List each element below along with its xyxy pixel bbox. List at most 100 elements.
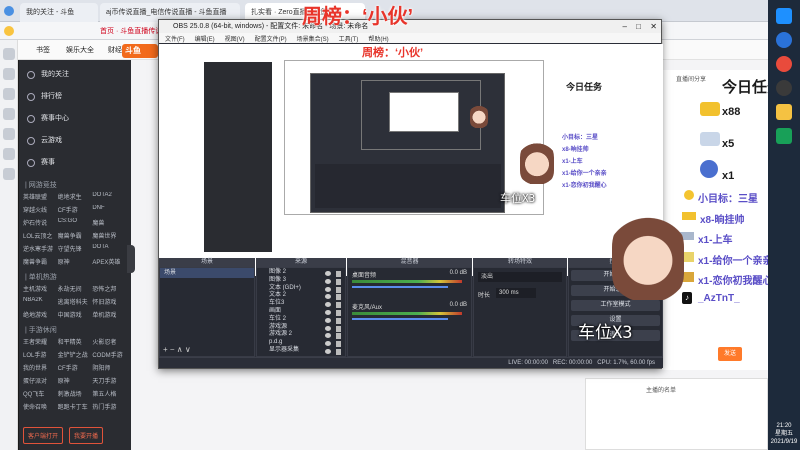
browser-icon[interactable]	[776, 56, 792, 72]
category-link[interactable]: 跑跑卡丁车	[58, 402, 93, 411]
eye-icon[interactable]	[325, 325, 331, 331]
sidebar-item-cloud[interactable]: 云游戏	[19, 130, 131, 152]
bookmark-icon[interactable]	[2, 68, 15, 80]
eye-icon[interactable]	[325, 333, 331, 339]
category-link[interactable]: 原神	[58, 257, 93, 266]
eye-icon[interactable]	[325, 341, 331, 347]
eye-icon[interactable]	[325, 348, 331, 354]
category-link[interactable]: 火影忍者	[92, 337, 127, 346]
category-link[interactable]: 恐怖之邦	[92, 284, 127, 293]
source-item[interactable]: 画面	[257, 308, 345, 316]
category-link[interactable]: 我的世界	[23, 363, 58, 372]
source-item[interactable]: 车位 2	[257, 316, 345, 324]
star-icon[interactable]	[4, 26, 14, 36]
category-link[interactable]: 原神	[58, 376, 93, 385]
scene-toolbar[interactable]: + − ∧ ∨	[163, 345, 191, 354]
control-button[interactable]: 工作室模式	[571, 300, 660, 311]
obs-menu-item[interactable]: 帮助(H)	[368, 34, 388, 43]
category-link[interactable]: 守望先锋	[58, 244, 93, 253]
category-link[interactable]: 逆水寒手游	[23, 244, 58, 253]
category-link[interactable]: LOL手游	[23, 350, 58, 359]
lock-icon[interactable]	[336, 348, 341, 355]
start-icon[interactable]	[776, 8, 792, 24]
category-link[interactable]: 热门手游	[92, 402, 127, 411]
eye-icon[interactable]	[325, 271, 331, 276]
star-icon[interactable]	[2, 48, 15, 60]
bookmark-item[interactable]: 娱乐大全	[66, 45, 94, 55]
sidebar-item-events[interactable]: 赛事中心	[19, 108, 131, 130]
obs-menu-item[interactable]: 编辑(E)	[195, 34, 215, 43]
category-link[interactable]: 永劫无间	[58, 284, 93, 293]
app-icon[interactable]	[2, 148, 15, 160]
sidebar-item-follow[interactable]: 我的关注	[19, 64, 131, 86]
category-link[interactable]: 主机游戏	[23, 284, 58, 293]
source-item[interactable]: 显示器采集	[257, 347, 345, 355]
obs-menu-item[interactable]: 工具(T)	[339, 34, 359, 43]
category-link[interactable]: DNF	[92, 205, 127, 214]
category-link[interactable]: 王者荣耀	[23, 337, 58, 346]
open-client-button[interactable]: 客户端打开	[23, 427, 64, 444]
browser-tab[interactable]: 我的关注 - 斗鱼	[20, 3, 98, 22]
history-icon[interactable]	[2, 88, 15, 100]
category-link[interactable]: 绝地求生	[58, 192, 93, 201]
download-icon[interactable]	[2, 108, 15, 120]
category-link[interactable]: 单机游戏	[92, 310, 127, 319]
category-link[interactable]: 使命召唤	[23, 402, 58, 411]
maximize-icon[interactable]: □	[636, 20, 641, 33]
category-link[interactable]: CS:GO	[58, 218, 93, 227]
sidebar-item-rank[interactable]: 排行榜	[19, 86, 131, 108]
obs-menu-item[interactable]: 视图(V)	[225, 34, 245, 43]
category-link[interactable]: NBA2K	[23, 297, 58, 306]
site-logo[interactable]: 斗鱼	[122, 44, 158, 58]
category-link[interactable]: 和平精英	[58, 337, 93, 346]
category-link[interactable]: DOTA	[92, 244, 127, 253]
taskbar-clock[interactable]: 21:20 星期五 2021/9/19	[768, 422, 800, 446]
category-link[interactable]: 怀旧游戏	[92, 297, 127, 306]
start-stream-button[interactable]: 我要开播	[69, 427, 104, 444]
category-link[interactable]: 金铲铲之战	[58, 350, 93, 359]
source-item[interactable]: 车位3	[257, 300, 345, 309]
category-link[interactable]: 第五人格	[92, 389, 127, 398]
category-link[interactable]: 魔兽	[92, 218, 127, 227]
scene-item[interactable]: 场景	[160, 268, 254, 278]
category-link[interactable]: 魔兽世界	[92, 231, 127, 240]
bookmark-label[interactable]: 书签	[36, 45, 50, 55]
eye-icon[interactable]	[325, 278, 331, 284]
eye-icon[interactable]	[325, 302, 331, 308]
eye-icon[interactable]	[325, 286, 331, 292]
category-link[interactable]: CODM手游	[92, 350, 127, 359]
category-link[interactable]: CF手游	[58, 363, 93, 372]
source-item[interactable]: 图像 2	[257, 269, 345, 277]
volume-slider[interactable]	[352, 318, 448, 320]
obs-menu-item[interactable]: 配置文件(P)	[255, 34, 287, 43]
sidebar-item-match[interactable]: 赛事	[19, 152, 131, 174]
category-link[interactable]: 中国游戏	[58, 310, 93, 319]
obs-menu-item[interactable]: 文件(F)	[165, 34, 185, 43]
send-button[interactable]: 发送	[718, 347, 742, 361]
minimize-icon[interactable]: –	[623, 20, 627, 33]
category-link[interactable]: 炉石传说	[23, 218, 58, 227]
category-link[interactable]: 魔兽争霸	[23, 257, 58, 266]
category-link[interactable]: APEX英雄	[92, 257, 127, 266]
folder-icon[interactable]	[776, 104, 792, 120]
close-icon[interactable]: ✕	[650, 20, 657, 33]
category-link[interactable]: CF手游	[58, 205, 93, 214]
category-link[interactable]: 逃离塔科夫	[58, 297, 93, 306]
source-item[interactable]: 游戏源 2	[257, 331, 345, 340]
category-link[interactable]: 英雄联盟	[23, 192, 58, 201]
source-item[interactable]: p.d.g	[257, 339, 345, 348]
app-icon[interactable]	[2, 168, 15, 180]
category-link[interactable]: 魔兽争霸	[58, 231, 93, 240]
category-link[interactable]: LOL云顶之	[23, 231, 58, 240]
category-link[interactable]: 天刀手游	[92, 376, 127, 385]
bookmark-item[interactable]: 财经	[108, 45, 122, 55]
obs-menu-item[interactable]: 场景集合(S)	[297, 34, 329, 43]
category-link[interactable]: 刺激战场	[58, 389, 93, 398]
category-link[interactable]: 穿越火线	[23, 205, 58, 214]
wechat-icon[interactable]	[776, 128, 792, 144]
sidebar-collapse-handle[interactable]	[127, 245, 135, 273]
eye-icon[interactable]	[325, 294, 331, 300]
category-link[interactable]: 绝地游戏	[23, 310, 58, 319]
category-link[interactable]: DOTA2	[92, 192, 127, 201]
category-link[interactable]: 蛋仔派对	[23, 376, 58, 385]
